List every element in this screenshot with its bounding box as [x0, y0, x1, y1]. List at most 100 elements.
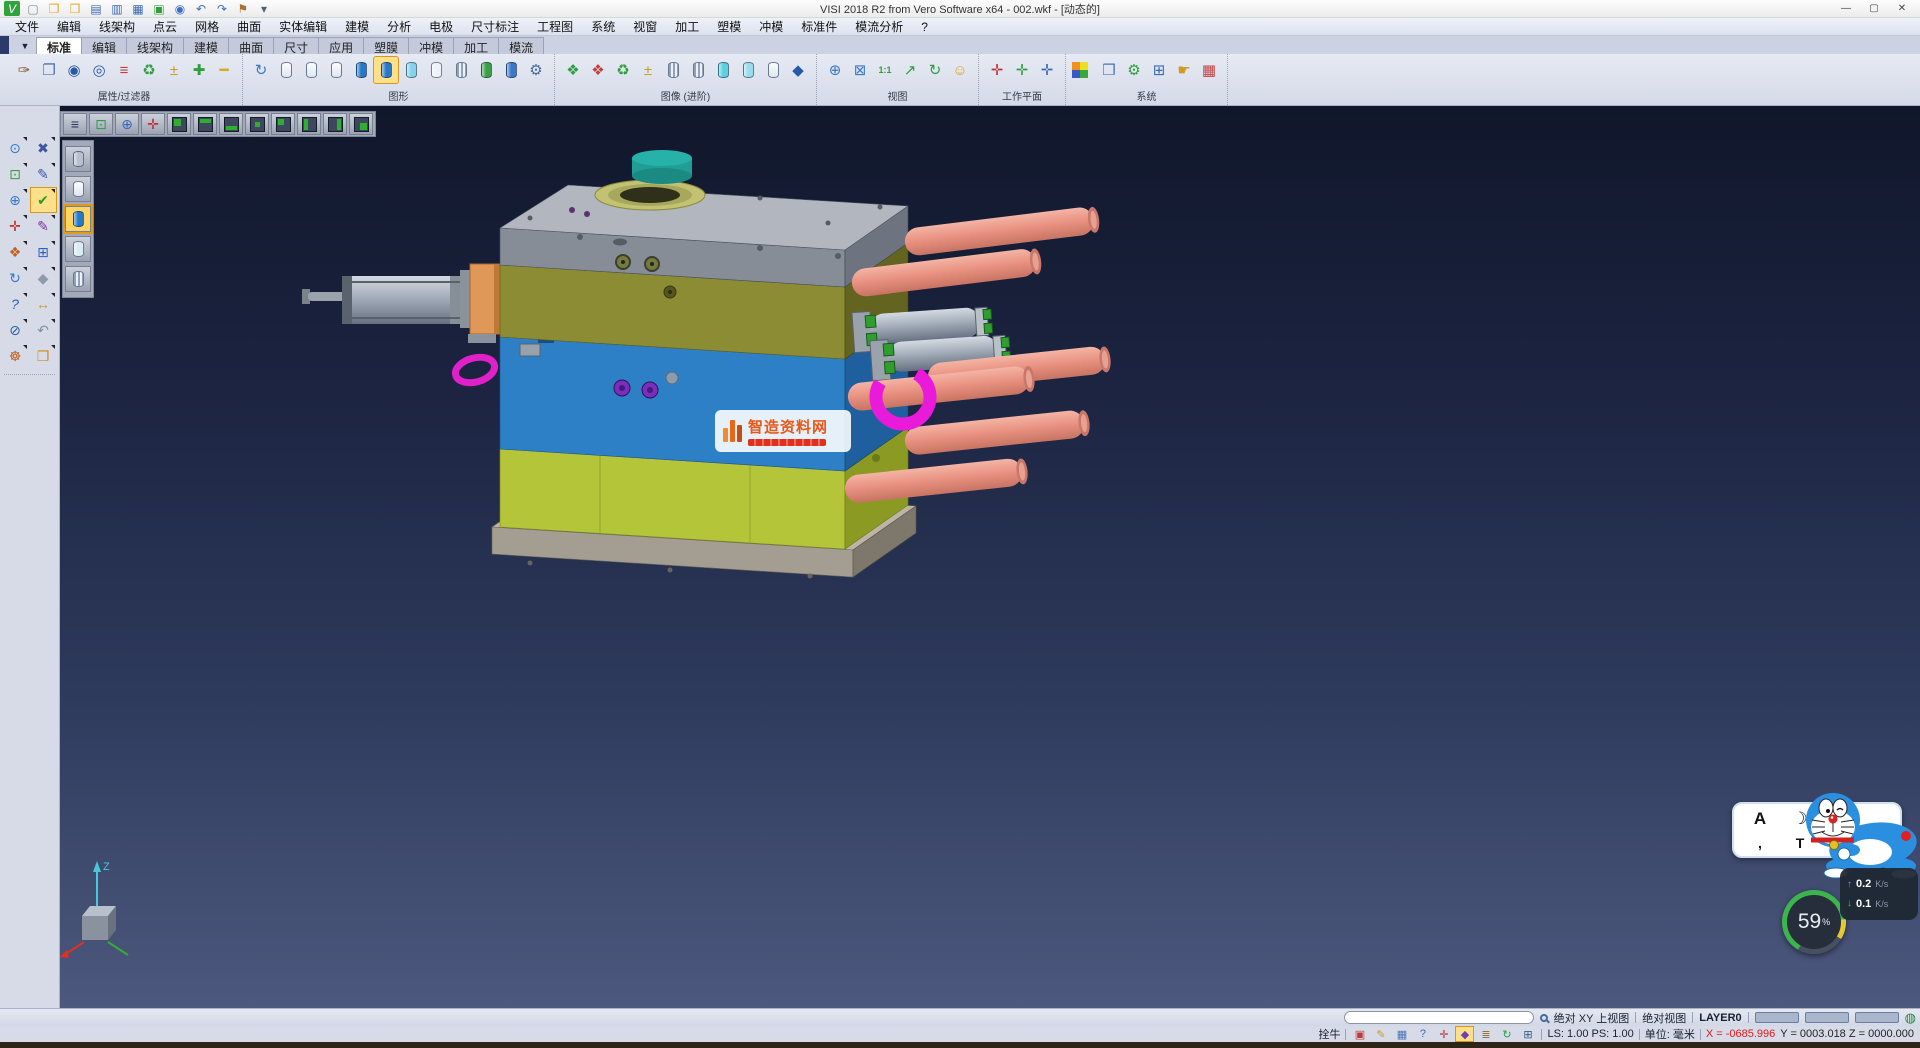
annotate-icon[interactable]: ✎: [1372, 1027, 1389, 1041]
minimize-button[interactable]: —: [1832, 3, 1860, 14]
attributes-brush-icon[interactable]: ✑: [12, 57, 36, 83]
swap-visibility-icon[interactable]: ♻: [137, 57, 161, 83]
view-cube-back-icon[interactable]: [271, 113, 295, 135]
cylinder-hatched-icon[interactable]: [449, 57, 473, 83]
zoom-previous-icon[interactable]: ⊕: [823, 57, 847, 83]
shaded-solid-icon[interactable]: ◆: [786, 57, 810, 83]
hydraulic-cylinder[interactable]: [302, 264, 502, 343]
?[interactable]: ?: [912, 20, 937, 34]
command-search-input[interactable]: [1344, 1011, 1534, 1024]
window-settings-icon[interactable]: ⊞: [1147, 57, 1171, 83]
mold-assembly-model[interactable]: Z: [60, 106, 1920, 1008]
protect-icon[interactable]: ◆: [1456, 1027, 1473, 1041]
cylinder-shaded-edges-icon[interactable]: [374, 57, 398, 83]
view-cube-left-icon[interactable]: [297, 113, 321, 135]
visibility-filter-icon[interactable]: ≡: [112, 57, 136, 83]
snap-icon[interactable]: ✛: [1435, 1027, 1452, 1041]
tab-dropdown-icon[interactable]: ▼: [14, 38, 36, 54]
3d-viewport[interactable]: Z ≡⊡⊕✛ 智造资料网 A☽,T: [60, 106, 1920, 1008]
加工[interactable]: 加工: [666, 18, 708, 35]
preview-icon[interactable]: ◉: [172, 1, 188, 16]
save-as-icon[interactable]: ▥: [109, 1, 125, 16]
workplane-entity-icon[interactable]: ✛: [1010, 57, 1034, 83]
ucs-move-icon[interactable]: ✛: [3, 214, 28, 238]
measure-distance-icon[interactable]: ↔: [31, 292, 56, 316]
maximize-button[interactable]: ▢: [1860, 3, 1888, 14]
guide-pillar-1[interactable]: [903, 205, 1100, 257]
cylinder-shaded-icon[interactable]: [349, 57, 373, 83]
save-all-icon[interactable]: ▦: [130, 1, 146, 16]
zoom-1-1-icon[interactable]: 1:1: [873, 57, 897, 83]
模流[interactable]: 模流: [498, 37, 544, 54]
cylinder-striped-icon[interactable]: [661, 57, 685, 83]
cylinder-dashed-icon[interactable]: [324, 57, 348, 83]
remove-from-visible-icon[interactable]: ━: [212, 57, 236, 83]
undo-icon[interactable]: ↶: [193, 1, 209, 16]
import-file-icon[interactable]: ❒: [67, 1, 83, 16]
fit-view-icon[interactable]: ⊡: [89, 113, 113, 135]
cylinder-striped-alt-icon[interactable]: [686, 57, 710, 83]
undo-action-icon[interactable]: ↶: [31, 318, 56, 342]
render-translucent-icon[interactable]: [65, 236, 91, 262]
toggle-visibility-icon[interactable]: ±: [162, 57, 186, 83]
cylinder-new-icon[interactable]: [474, 57, 498, 83]
标准件[interactable]: 标准件: [792, 18, 846, 35]
render-shaded-gray-icon[interactable]: [65, 146, 91, 172]
render-wireframe-icon[interactable]: [65, 176, 91, 202]
cylinder-wireframe-icon[interactable]: [274, 57, 298, 83]
graphics-settings-icon[interactable]: ⚙: [524, 57, 548, 83]
system-settings-icon[interactable]: ⚙: [1122, 57, 1146, 83]
split-view-icon[interactable]: ⊞: [1519, 1027, 1536, 1041]
zoom-extents-icon[interactable]: ↗: [898, 57, 922, 83]
塑膜[interactable]: 塑膜: [363, 37, 409, 54]
网格[interactable]: 网格: [186, 18, 228, 35]
os-taskbar-edge[interactable]: [0, 1042, 1920, 1048]
eye-bolt-ring[interactable]: [453, 353, 498, 387]
view-menu-icon[interactable]: ≡: [63, 113, 87, 135]
线架构[interactable]: 线架构: [90, 18, 144, 35]
曲面[interactable]: 曲面: [228, 18, 270, 35]
navigate-wheel-icon[interactable]: ☸: [3, 344, 28, 368]
app-logo-visi[interactable]: V: [4, 1, 20, 16]
selection-options-icon[interactable]: ☛: [1172, 57, 1196, 83]
attributes-page-icon[interactable]: ❐: [37, 57, 61, 83]
copy-paste-icon[interactable]: ❐: [31, 344, 56, 368]
snap-toggle-label[interactable]: 拴牛: [1318, 1026, 1340, 1042]
文件[interactable]: 文件: [6, 18, 48, 35]
open-file-icon[interactable]: ❐: [46, 1, 62, 16]
report-icon[interactable]: ❒: [1097, 57, 1121, 83]
塑模[interactable]: 塑模: [708, 18, 750, 35]
workplane-standard-icon[interactable]: ✛: [985, 57, 1009, 83]
cylinder-wireframe-hidden-icon[interactable]: [299, 57, 323, 83]
new-document-icon[interactable]: ▢: [25, 1, 41, 16]
view-cube-bottom-icon[interactable]: [219, 113, 243, 135]
曲面[interactable]: 曲面: [228, 37, 274, 54]
add-to-visible-icon[interactable]: ✚: [187, 57, 211, 83]
应用[interactable]: 应用: [318, 37, 364, 54]
active-layer-label[interactable]: LAYER0: [1699, 1012, 1741, 1024]
show-entities-icon[interactable]: ◉: [62, 57, 86, 83]
capture-icon[interactable]: ▣: [1351, 1027, 1368, 1041]
delete-icon[interactable]: ⊘: [3, 318, 28, 342]
rotate-view-icon[interactable]: ↻: [923, 57, 947, 83]
window-layout-icon[interactable]: ⊞: [31, 240, 56, 264]
network-speed-panel[interactable]: ↑ 0.2 K/s ↓ 0.1 K/s: [1840, 868, 1918, 920]
search-icon[interactable]: [1540, 1014, 1548, 1022]
zoom-entities-icon[interactable]: ⊙: [3, 136, 28, 160]
尺寸标注[interactable]: 尺寸标注: [462, 18, 528, 35]
help-icon[interactable]: ?: [3, 292, 28, 316]
erase-entities-icon[interactable]: ✖: [31, 136, 56, 160]
冲模[interactable]: 冲模: [408, 37, 454, 54]
close-button[interactable]: ✕: [1888, 3, 1916, 14]
编辑[interactable]: 编辑: [81, 37, 127, 54]
点云[interactable]: 点云: [144, 18, 186, 35]
grid-settings-icon[interactable]: ▦: [1197, 57, 1221, 83]
online-status-icon[interactable]: ◍: [1905, 1010, 1916, 1026]
建模[interactable]: 建模: [183, 37, 229, 54]
edit-curve-icon[interactable]: ✎: [31, 162, 56, 186]
hide-entities-icon[interactable]: ◎: [87, 57, 111, 83]
view-cube-iso-icon[interactable]: [167, 113, 191, 135]
fit-window-icon[interactable]: ⊡: [3, 162, 28, 186]
solid-box-icon[interactable]: ◆: [31, 266, 56, 290]
hint-icon[interactable]: ?: [1414, 1027, 1431, 1041]
